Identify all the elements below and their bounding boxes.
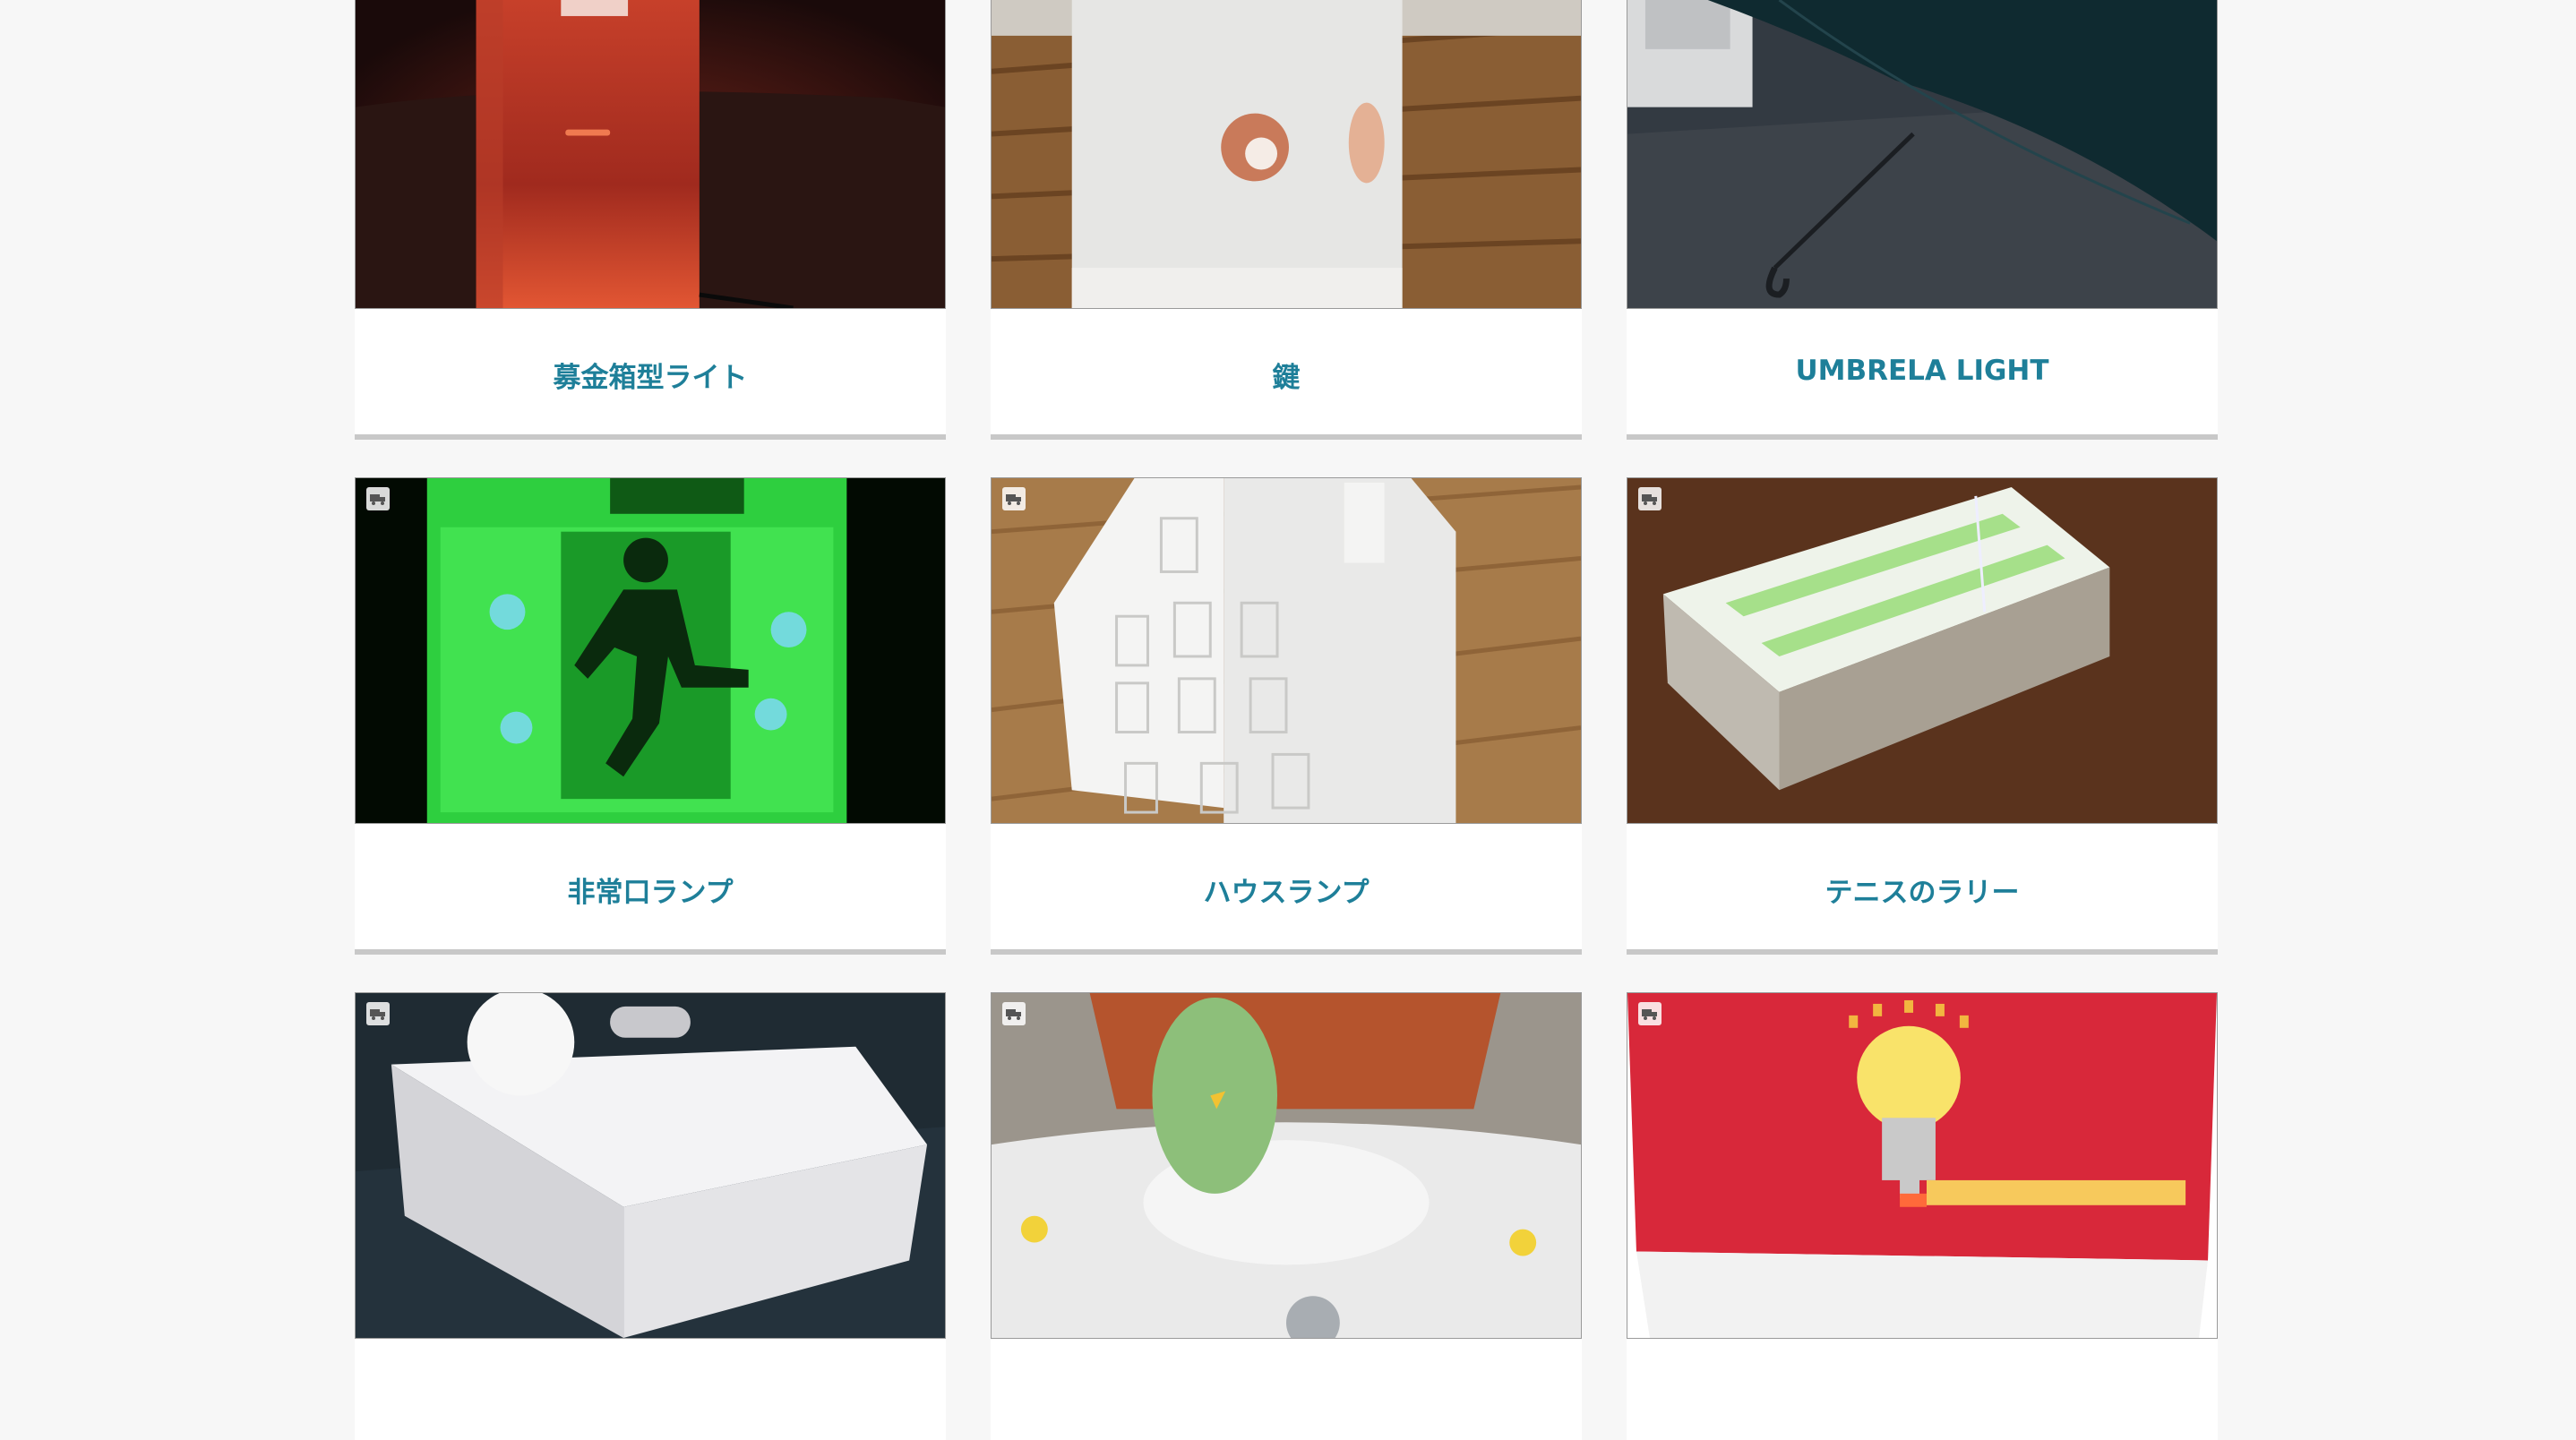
card-image-red-light-box[interactable] [355,0,946,309]
gallery-card[interactable] [1627,992,2218,1440]
card-image-frosted-key[interactable] [991,0,1582,309]
card-image-white-box-ping-pong[interactable] [355,992,946,1339]
card-title[interactable]: 鍵 [991,355,1582,395]
card-title[interactable]: テニスのラリー [1627,870,2218,910]
card-underline [1627,434,2218,440]
gallery-card[interactable] [355,992,946,1440]
card-title[interactable]: 非常口ランプ [355,870,946,910]
gallery-card[interactable]: 鍵 [991,0,1582,440]
gallery-card[interactable]: UMBRELA LIGHT [1627,0,2218,440]
gallery-card[interactable]: ハウスランプ [991,477,1582,955]
card-image-green-bird-lamp[interactable] [991,992,1582,1339]
card-image-red-lightbulb-box[interactable] [1627,992,2218,1339]
card-title[interactable]: ハウスランプ [991,870,1582,910]
card-image-tennis-box[interactable] [1627,477,2218,824]
truck-icon [1002,1002,1026,1025]
gallery-card[interactable]: 募金箱型ライト [355,0,946,440]
gallery-card[interactable]: 非常口ランプ [355,477,946,955]
gallery-card[interactable] [991,992,1582,1440]
card-underline [355,949,946,955]
gallery-grid: 募金箱型ライト 鍵 UMBRELA LIGHT 非常口ランプ ハウスランプ テニ… [355,0,2218,1440]
truck-icon [1638,1002,1662,1025]
card-underline [355,434,946,440]
truck-icon [1638,487,1662,510]
card-underline [1627,949,2218,955]
truck-icon [1002,487,1026,510]
gallery-card[interactable]: テニスのラリー [1627,477,2218,955]
card-image-house-lamp[interactable] [991,477,1582,824]
card-image-green-exit-sign[interactable] [355,477,946,824]
card-title[interactable]: 募金箱型ライト [355,355,946,395]
truck-icon [366,487,390,510]
card-title[interactable]: UMBRELA LIGHT [1627,355,2218,387]
card-image-umbrella[interactable] [1627,0,2218,309]
card-underline [991,434,1582,440]
card-underline [991,949,1582,955]
truck-icon [366,1002,390,1025]
